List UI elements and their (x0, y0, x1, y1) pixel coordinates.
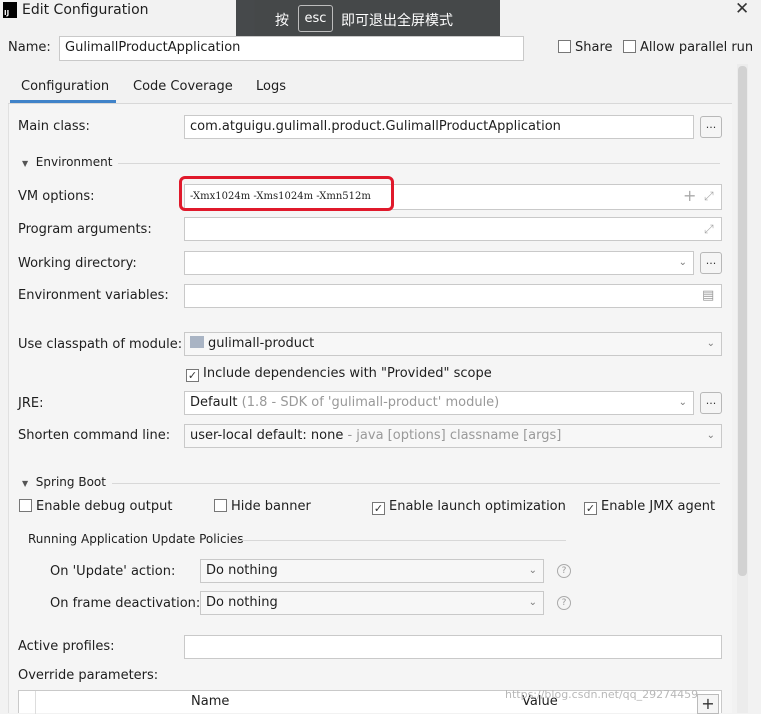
update-action-label: On 'Update' action: (50, 564, 176, 579)
environment-divider (118, 163, 720, 164)
hide-banner-checkbox-box[interactable] (214, 499, 227, 512)
policies-divider (236, 540, 566, 541)
jmx-agent-checkbox-box[interactable]: ✓ (584, 502, 597, 515)
frame-deactivation-label: On frame deactivation: (50, 596, 201, 611)
chevron-down-icon[interactable]: ⌄ (679, 392, 687, 414)
active-profiles-field[interactable] (184, 635, 722, 659)
esc-key: esc (298, 5, 333, 32)
share-checkbox-box[interactable] (558, 40, 571, 53)
expand-icon[interactable]: ⤢ (704, 218, 714, 240)
override-params-label: Override parameters: (18, 668, 159, 683)
hide-banner-label: Hide banner (231, 499, 311, 514)
jre-hint: (1.8 - SDK of 'gulimall-product' module) (241, 395, 500, 410)
collapse-arrow-icon: ▼ (22, 159, 29, 168)
main-class-browse-button[interactable]: ... (700, 116, 722, 138)
allow-parallel-label: Allow parallel run (640, 40, 754, 55)
jre-combo[interactable]: Default (1.8 - SDK of 'gulimall-product'… (184, 391, 694, 415)
share-checkbox[interactable]: Share (558, 40, 613, 55)
collapse-arrow-icon: ▼ (22, 479, 29, 488)
launch-optimization-label: Enable launch optimization (389, 499, 566, 514)
environment-section-label: Environment (35, 155, 113, 169)
shorten-hint: - java [options] classname [args] (347, 428, 562, 443)
jre-label: JRE: (18, 396, 44, 411)
add-row-button[interactable]: + (697, 694, 719, 714)
classpath-label: Use classpath of module: (18, 337, 183, 352)
main-class-field[interactable]: com.atguigu.gulimall.product.GulimallPro… (184, 115, 694, 139)
name-label: Name: (8, 40, 51, 55)
launch-optimization-checkbox-box[interactable]: ✓ (372, 502, 385, 515)
classpath-value: gulimall-product (208, 336, 315, 351)
shorten-value: user-local default: none (190, 428, 344, 443)
frame-deactivation-value: Do nothing (206, 595, 278, 610)
update-action-value: Do nothing (206, 563, 278, 578)
vm-options-highlight (179, 176, 394, 211)
spring-boot-divider (112, 483, 720, 484)
chevron-down-icon[interactable]: ⌄ (679, 252, 687, 274)
debug-output-checkbox[interactable]: Enable debug output (19, 499, 172, 514)
jre-browse-button[interactable]: ... (700, 392, 722, 414)
debug-output-checkbox-box[interactable] (19, 499, 32, 512)
jmx-agent-label: Enable JMX agent (601, 499, 716, 514)
chevron-down-icon[interactable]: ⌄ (529, 560, 537, 582)
shorten-combo[interactable]: user-local default: none - java [options… (184, 424, 722, 448)
tab-configuration[interactable]: Configuration (21, 79, 109, 94)
program-args-field[interactable]: ⤢ (184, 217, 722, 241)
include-deps-checkbox-box[interactable]: ✓ (186, 369, 199, 382)
watermark: https://blog.csdn.net/qq_29274459 (505, 688, 699, 701)
working-dir-browse-button[interactable]: ... (700, 252, 722, 274)
spring-boot-section[interactable]: ▼ Spring Boot (22, 475, 106, 489)
app-icon: IJ (3, 2, 17, 18)
banner-suffix: 即可退出全屏模式 (341, 13, 453, 29)
shorten-label: Shorten command line: (18, 428, 171, 443)
allow-parallel-checkbox[interactable]: Allow parallel run (623, 40, 753, 55)
update-action-combo[interactable]: Do nothing ⌄ (200, 559, 544, 583)
main-class-label: Main class: (18, 119, 90, 134)
include-deps-checkbox[interactable]: ✓ Include dependencies with "Provided" sc… (186, 366, 492, 382)
working-dir-field[interactable]: ⌄ (184, 251, 694, 275)
name-column-header[interactable]: Name (191, 694, 229, 709)
policies-title: Running Application Update Policies (28, 532, 244, 546)
active-profiles-label: Active profiles: (18, 639, 115, 654)
launch-optimization-checkbox[interactable]: ✓ Enable launch optimization (372, 499, 566, 515)
classpath-combo[interactable]: gulimall-product ⌄ (184, 332, 722, 356)
tab-logs[interactable]: Logs (256, 79, 286, 94)
debug-output-label: Enable debug output (36, 499, 173, 514)
frame-deactivation-combo[interactable]: Do nothing ⌄ (200, 591, 544, 615)
share-label: Share (575, 40, 613, 55)
table-column-divider (35, 691, 36, 714)
add-icon[interactable]: + (683, 185, 696, 207)
vertical-scrollbar[interactable] (737, 64, 748, 713)
name-field[interactable]: GulimallProductApplication (59, 36, 524, 61)
module-folder-icon (190, 336, 204, 348)
jre-value: Default (190, 395, 238, 410)
program-args-label: Program arguments: (18, 222, 152, 237)
help-icon[interactable]: ? (557, 564, 571, 578)
allow-parallel-checkbox-box[interactable] (623, 40, 636, 53)
env-vars-label: Environment variables: (18, 288, 169, 303)
expand-icon[interactable]: ⤢ (704, 185, 714, 207)
include-deps-label: Include dependencies with "Provided" sco… (203, 366, 492, 381)
chevron-down-icon[interactable]: ⌄ (707, 425, 715, 447)
spring-boot-section-label: Spring Boot (35, 475, 106, 489)
close-icon[interactable]: ✕ (735, 0, 749, 19)
tab-code-coverage[interactable]: Code Coverage (133, 79, 233, 94)
chevron-down-icon[interactable]: ⌄ (707, 333, 715, 355)
hide-banner-checkbox[interactable]: Hide banner (214, 499, 311, 514)
vm-options-label: VM options: (18, 189, 95, 204)
jmx-agent-checkbox[interactable]: ✓ Enable JMX agent (584, 499, 715, 515)
window-title: Edit Configuration (22, 2, 149, 18)
help-icon[interactable]: ? (557, 596, 571, 610)
chevron-down-icon[interactable]: ⌄ (529, 592, 537, 614)
scrollbar-thumb[interactable] (738, 66, 747, 576)
banner-prefix: 按 (275, 13, 289, 29)
document-icon[interactable]: ▤ (702, 285, 714, 307)
working-dir-label: Working directory: (18, 256, 137, 271)
environment-section[interactable]: ▼ Environment (22, 155, 112, 169)
env-vars-field[interactable]: ▤ (184, 284, 722, 308)
